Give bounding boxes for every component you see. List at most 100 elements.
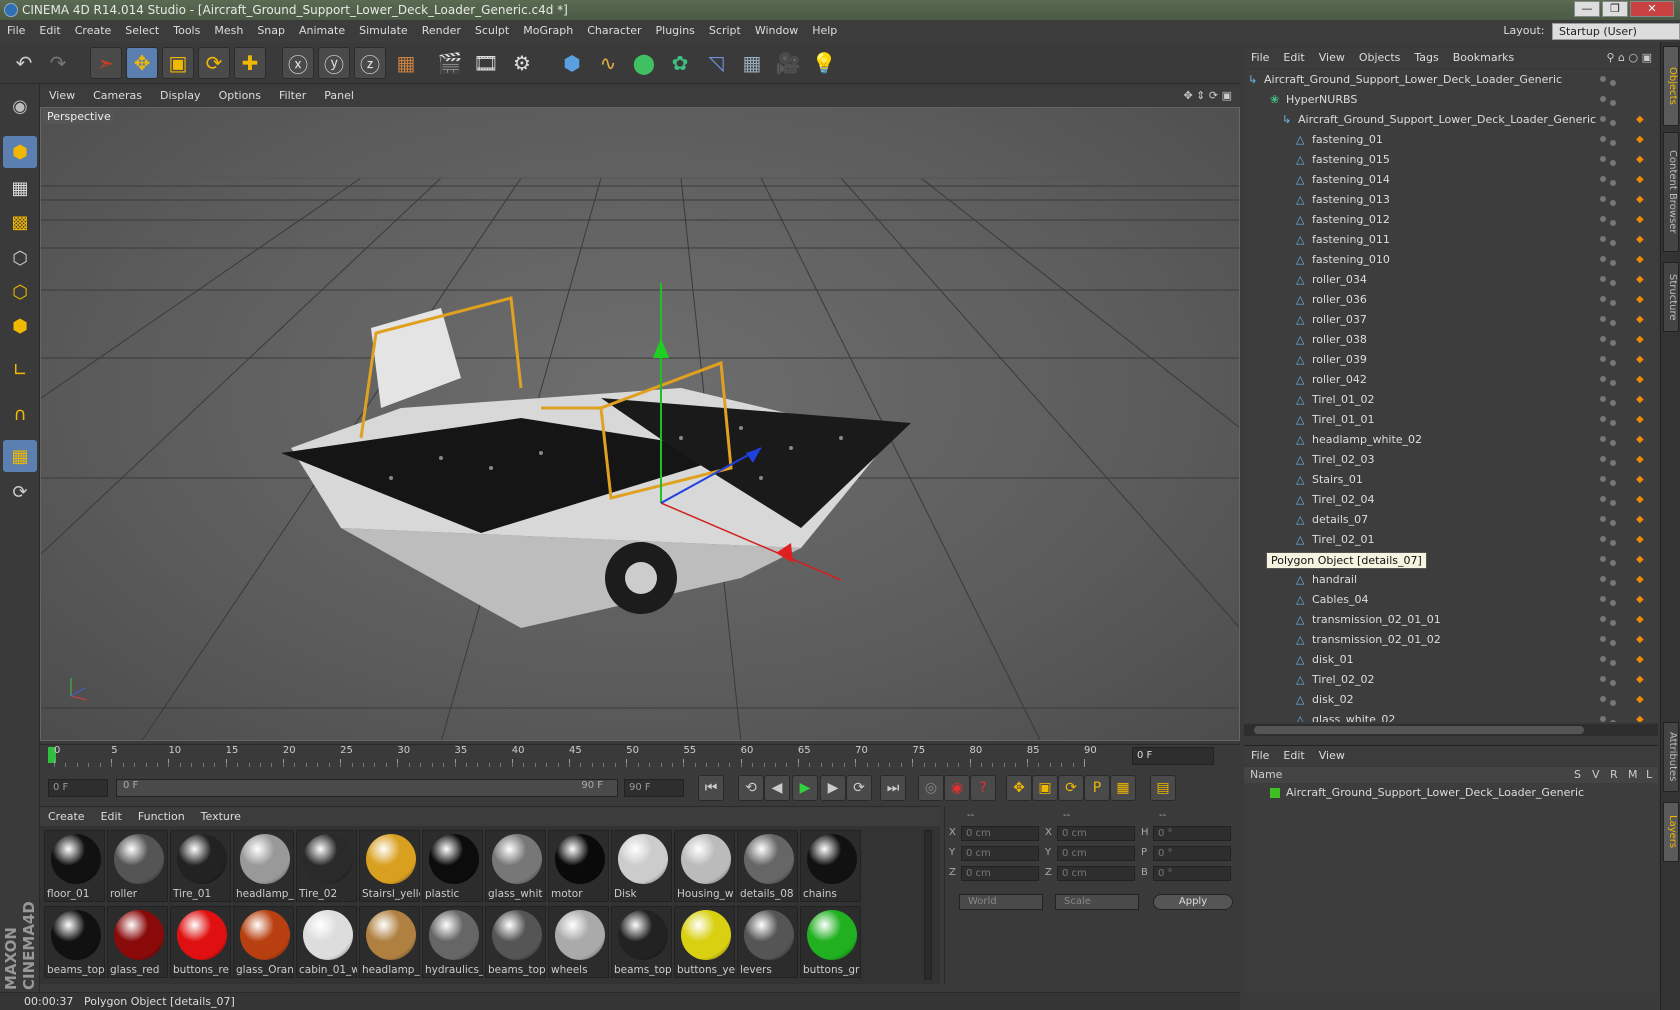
material-disk[interactable]: Disk xyxy=(611,830,672,902)
render-visibility-dot[interactable] xyxy=(1610,720,1616,722)
material-tag-icon[interactable]: ◆ xyxy=(1636,194,1644,206)
object-row-stairs-01[interactable]: △ Stairs_01 ◆ xyxy=(1244,470,1658,490)
deformer-icon[interactable]: ◹ xyxy=(700,47,732,79)
end-frame-field[interactable]: 90 F xyxy=(624,779,684,797)
material-tag-icon[interactable]: ◆ xyxy=(1636,414,1644,426)
editor-visibility-dot[interactable] xyxy=(1600,456,1606,462)
next-frame-icon[interactable]: ▶ xyxy=(820,775,846,801)
side-tab-structure[interactable]: Structure xyxy=(1663,262,1679,332)
render-visibility-dot[interactable] xyxy=(1610,240,1616,246)
material-wheels[interactable]: wheels xyxy=(548,906,609,978)
workplane-mode-icon[interactable]: ▩ xyxy=(3,206,37,238)
y-axis-icon[interactable]: ⓨ xyxy=(318,47,350,79)
make-editable-icon[interactable]: ◉ xyxy=(3,90,37,122)
render-visibility-dot[interactable] xyxy=(1610,360,1616,366)
coordinate-system-icon[interactable]: ▦ xyxy=(390,47,422,79)
object-row-fastening-010[interactable]: △ fastening_010 ◆ xyxy=(1244,250,1658,270)
editor-visibility-dot[interactable] xyxy=(1600,156,1606,162)
render-visibility-dot[interactable] xyxy=(1610,320,1616,326)
editor-visibility-dot[interactable] xyxy=(1600,96,1606,102)
render-visibility-dot[interactable] xyxy=(1610,280,1616,286)
render-visibility-dot[interactable] xyxy=(1610,220,1616,226)
material-buttons-gr[interactable]: buttons_gr xyxy=(800,906,861,978)
editor-visibility-dot[interactable] xyxy=(1600,336,1606,342)
material-headlamp[interactable]: headlamp_ xyxy=(359,906,420,978)
object-row-tirel-02-02[interactable]: △ Tirel_02_02 ◆ xyxy=(1244,670,1658,690)
material-levers[interactable]: levers xyxy=(737,906,798,978)
material-tag-icon[interactable]: ◆ xyxy=(1636,554,1644,566)
render-visibility-dot[interactable] xyxy=(1610,420,1616,426)
material-scrollbar[interactable] xyxy=(924,830,932,980)
layer-list[interactable]: Aircraft_Ground_Support_Lower_Deck_Loade… xyxy=(1244,783,1658,993)
rotation-b-field[interactable]: 0 ° xyxy=(1153,866,1231,881)
material-tag-icon[interactable]: ◆ xyxy=(1636,294,1644,306)
camera-icon[interactable]: 🎥 xyxy=(772,47,804,79)
key-parameter-icon[interactable]: P xyxy=(1084,775,1110,801)
timeline-ruler[interactable]: 0 5 10 15 20 25 30 35 40 45 50 55 60 65 70 75 80 85 90 0 F xyxy=(40,744,1240,768)
layer-menu-view[interactable]: View xyxy=(1312,746,1352,766)
render-visibility-dot[interactable] xyxy=(1610,180,1616,186)
layer-menu-edit[interactable]: Edit xyxy=(1276,746,1311,766)
material-menu-texture[interactable]: Texture xyxy=(193,807,249,827)
material-buttons-ye[interactable]: buttons_ye xyxy=(674,906,735,978)
editor-visibility-dot[interactable] xyxy=(1600,516,1606,522)
render-visibility-dot[interactable] xyxy=(1610,140,1616,146)
record-keys-icon[interactable]: ◎ xyxy=(918,775,944,801)
object-row-roller-038[interactable]: △ roller_038 ◆ xyxy=(1244,330,1658,350)
key-scale-icon[interactable]: ▣ xyxy=(1032,775,1058,801)
menu-snap[interactable]: Snap xyxy=(250,20,292,42)
material-tag-icon[interactable]: ◆ xyxy=(1636,514,1644,526)
menu-plugins[interactable]: Plugins xyxy=(649,20,702,42)
move-tool-icon[interactable]: ✥ xyxy=(126,47,158,79)
key-pla-icon[interactable]: ▦ xyxy=(1110,775,1136,801)
render-visibility-dot[interactable] xyxy=(1610,440,1616,446)
key-rotation-icon[interactable]: ⟳ xyxy=(1058,775,1084,801)
editor-visibility-dot[interactable] xyxy=(1600,656,1606,662)
render-visibility-dot[interactable] xyxy=(1610,380,1616,386)
position-z-field[interactable]: 0 cm xyxy=(961,866,1039,881)
viewport-menu-cameras[interactable]: Cameras xyxy=(84,86,151,106)
keyframe-selection-icon[interactable]: ? xyxy=(970,775,996,801)
editor-visibility-dot[interactable] xyxy=(1600,436,1606,442)
object-menu-view[interactable]: View xyxy=(1312,48,1352,68)
render-visibility-dot[interactable] xyxy=(1610,600,1616,606)
redo-icon[interactable]: ↷ xyxy=(42,47,74,79)
material-tag-icon[interactable]: ◆ xyxy=(1636,714,1644,722)
material-tag-icon[interactable]: ◆ xyxy=(1636,634,1644,646)
viewport-menu-filter[interactable]: Filter xyxy=(270,86,315,106)
object-row-transmission-02-01-02[interactable]: △ transmission_02_01_02 ◆ xyxy=(1244,630,1658,650)
object-row-tirel-01-01[interactable]: △ Tirel_01_01 ◆ xyxy=(1244,410,1658,430)
polygons-mode-icon[interactable]: ⬢ xyxy=(3,310,37,342)
close-button[interactable]: ✕ xyxy=(1630,1,1674,17)
cube-object-icon[interactable]: ⬢ xyxy=(556,47,588,79)
editor-visibility-dot[interactable] xyxy=(1600,236,1606,242)
timeline-window-icon[interactable]: ▤ xyxy=(1150,775,1176,801)
object-row-hypernurbs[interactable]: ❀ HyperNURBS xyxy=(1244,90,1658,110)
menu-character[interactable]: Character xyxy=(580,20,648,42)
menu-mesh[interactable]: Mesh xyxy=(207,20,250,42)
object-row-handrail[interactable]: △ handrail ◆ xyxy=(1244,570,1658,590)
current-frame-field[interactable]: 0 F xyxy=(1132,747,1214,765)
object-row-tirel-02-03[interactable]: △ Tirel_02_03 ◆ xyxy=(1244,450,1658,470)
position-x-field[interactable]: 0 cm xyxy=(961,826,1039,841)
go-to-end-icon[interactable]: ⏭ xyxy=(880,775,906,801)
rotate-tool-icon[interactable]: ⟳ xyxy=(198,47,230,79)
editor-visibility-dot[interactable] xyxy=(1600,676,1606,682)
editor-visibility-dot[interactable] xyxy=(1600,396,1606,402)
side-tab-layers[interactable]: Layers xyxy=(1663,802,1679,862)
material-hydraulics[interactable]: hydraulics_ xyxy=(422,906,483,978)
material-tire-02[interactable]: Tire_02 xyxy=(296,830,357,902)
material-tag-icon[interactable]: ◆ xyxy=(1636,594,1644,606)
material-tag-icon[interactable]: ◆ xyxy=(1636,694,1644,706)
object-row-cables-04[interactable]: △ Cables_04 ◆ xyxy=(1244,590,1658,610)
material-tag-icon[interactable]: ◆ xyxy=(1636,214,1644,226)
start-frame-field[interactable]: 0 F xyxy=(48,779,108,797)
side-tab-objects[interactable]: Objects xyxy=(1663,46,1679,126)
locked-workplane-icon[interactable]: ⟳ xyxy=(3,476,37,508)
render-visibility-dot[interactable] xyxy=(1610,400,1616,406)
editor-visibility-dot[interactable] xyxy=(1600,536,1606,542)
menu-render[interactable]: Render xyxy=(415,20,468,42)
object-menu-objects[interactable]: Objects xyxy=(1352,48,1408,68)
object-row-fastening-01[interactable]: △ fastening_01 ◆ xyxy=(1244,130,1658,150)
render-visibility-dot[interactable] xyxy=(1610,540,1616,546)
